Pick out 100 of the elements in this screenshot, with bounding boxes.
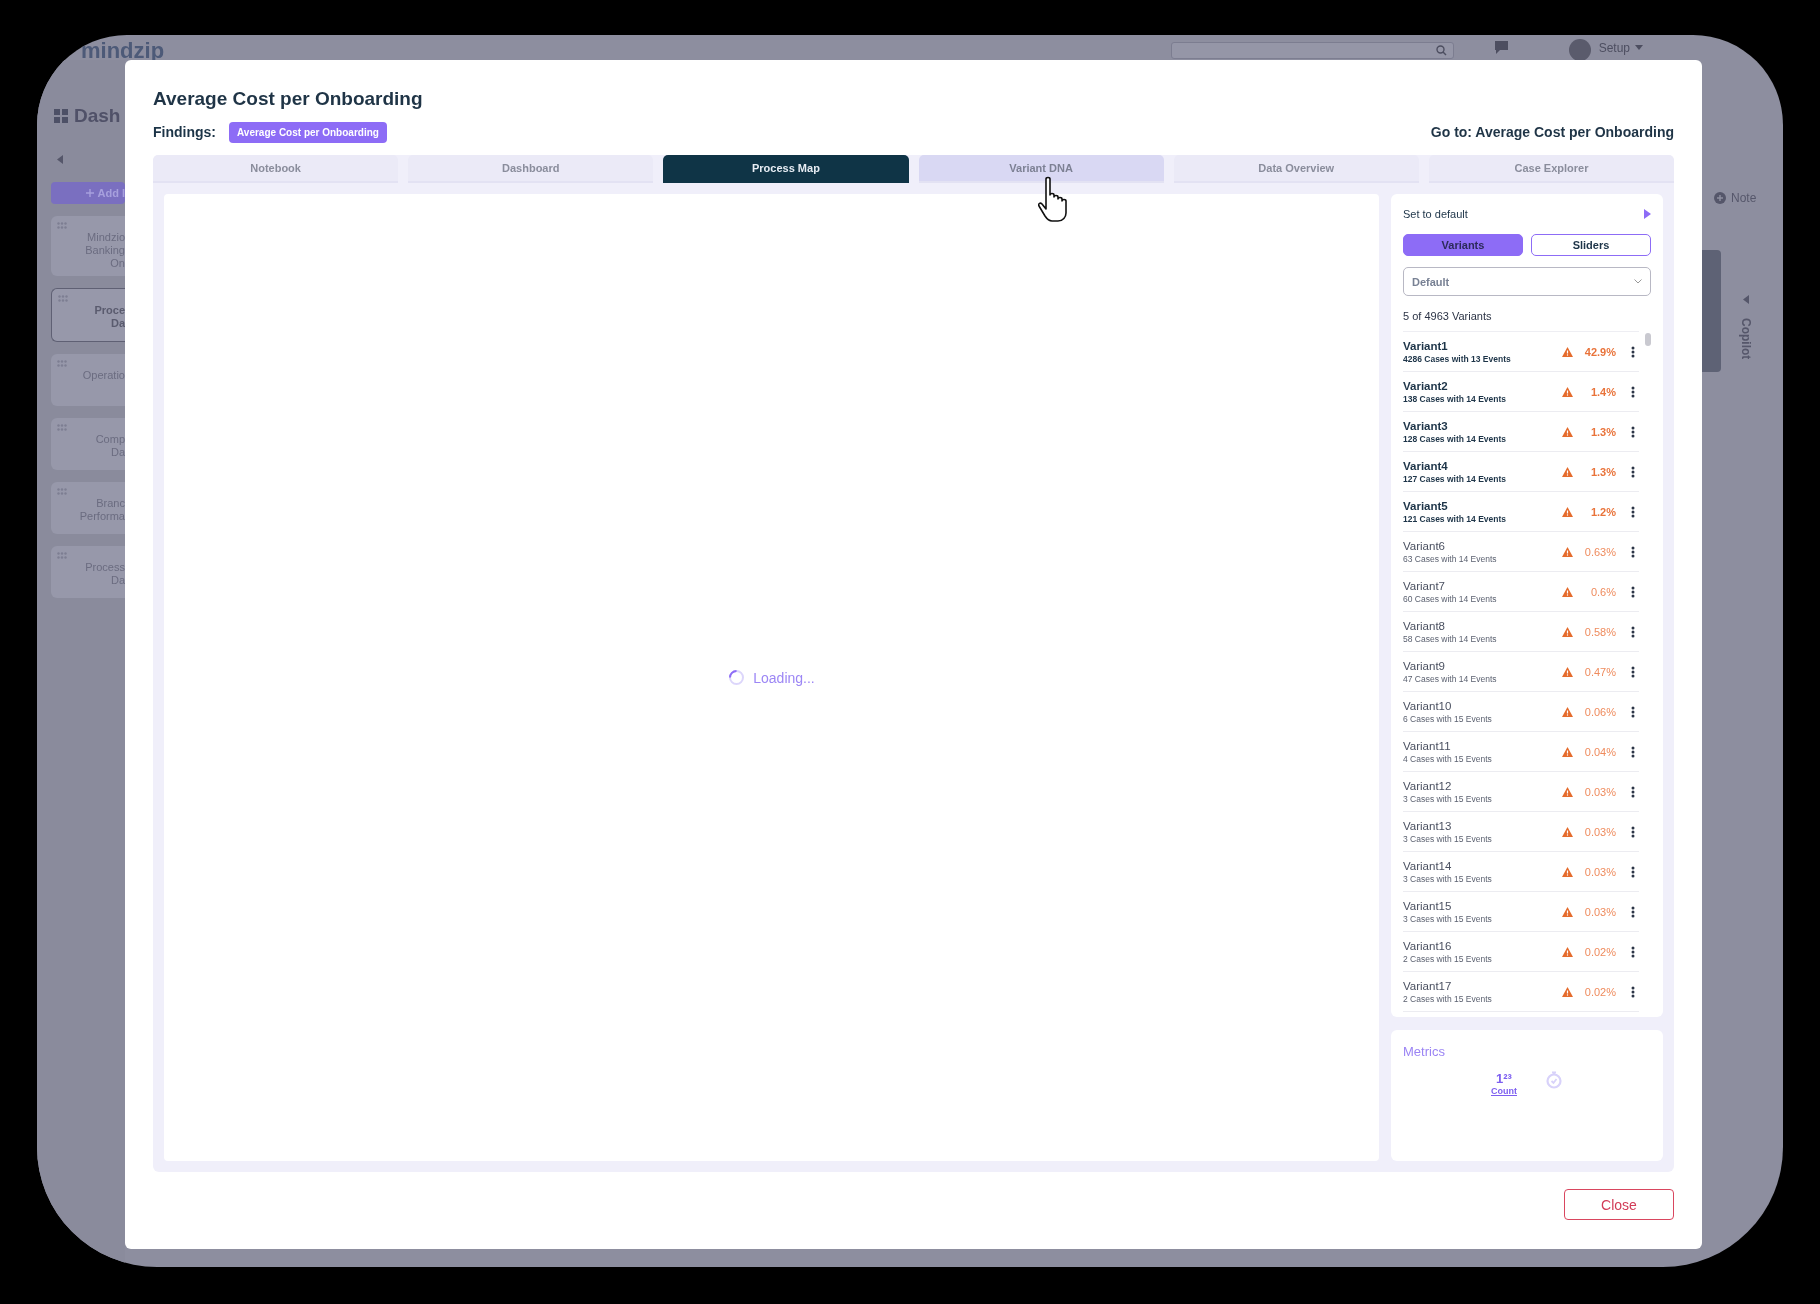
variant-case-count: 63 Cases with 14 Events [1403,553,1498,564]
filter-dropdown[interactable]: Default [1403,267,1651,296]
more-options-icon[interactable] [1631,905,1635,918]
more-options-icon[interactable] [1631,865,1635,878]
variant-row[interactable]: Variant7 60 Cases with 14 Events 0.6% [1403,572,1639,612]
spinner-icon [728,669,746,686]
drag-handle-icon [57,424,67,431]
page-title: Dash [74,105,121,127]
more-options-icon[interactable] [1631,945,1635,958]
more-options-icon[interactable] [1631,505,1635,518]
more-options-icon[interactable] [1631,345,1635,358]
variant-row[interactable]: Variant4 127 Cases with 14 Events 1.3% [1403,452,1639,492]
variant-case-count: 3 Cases with 15 Events [1403,793,1493,804]
more-options-icon[interactable] [1631,705,1635,718]
more-options-icon[interactable] [1631,665,1635,678]
chat-bubble-icon[interactable] [1493,40,1509,55]
variant-row[interactable]: Variant3 128 Cases with 14 Events 1.3% [1403,412,1639,452]
stopwatch-icon [1545,1071,1563,1090]
variant-share: 1.3% [1589,425,1616,438]
warning-icon [1562,946,1573,957]
variant-share: 1.4% [1589,385,1616,398]
reset-link[interactable]: Set to default [1403,208,1468,220]
search-field[interactable] [1170,42,1454,59]
variant-case-count: 3 Cases with 15 Events [1403,913,1493,924]
variant-row[interactable]: Variant16 2 Cases with 15 Events 0.02% [1403,932,1639,972]
play-arrow-icon[interactable] [1644,209,1651,219]
plus-circle-icon [1714,192,1726,204]
variant-share: 0.6% [1589,585,1616,598]
close-button[interactable]: Close [1564,1189,1674,1220]
variant-row[interactable]: Variant12 3 Cases with 15 Events 0.03% [1403,772,1639,812]
variant-case-count: 127 Cases with 14 Events [1403,473,1507,484]
variant-share: 42.9% [1583,345,1616,358]
more-options-icon[interactable] [1631,585,1635,598]
more-options-icon[interactable] [1631,385,1635,398]
variant-row[interactable]: Variant6 63 Cases with 14 Events 0.63% [1403,532,1639,572]
variant-row[interactable]: Variant2 138 Cases with 14 Events 1.4% [1403,372,1639,412]
variant-share: 0.03% [1583,825,1616,838]
variant-name: Variant2 [1403,379,1449,392]
variant-row[interactable]: Variant17 2 Cases with 15 Events 0.02% [1403,972,1639,1012]
dialog-title: Average Cost per Onboarding [153,87,424,111]
variant-name: Variant3 [1403,419,1449,432]
warning-icon [1562,666,1573,677]
warning-icon [1562,426,1573,437]
grid-icon [54,109,68,123]
more-options-icon[interactable] [1631,785,1635,798]
variant-name: Variant11 [1403,739,1452,752]
variant-share: 1.2% [1589,505,1616,518]
variant-share: 0.03% [1583,785,1616,798]
variant-name: Variant14 [1403,859,1453,872]
variant-case-count: 60 Cases with 14 Events [1403,593,1498,604]
warning-icon [1562,906,1573,917]
variant-row[interactable]: Variant5 121 Cases with 14 Events 1.2% [1403,492,1639,532]
tab[interactable]: Process Map [663,155,909,183]
more-options-icon[interactable] [1631,625,1635,638]
variant-case-count: 121 Cases with 14 Events [1403,513,1507,524]
variant-row[interactable]: Variant8 58 Cases with 14 Events 0.58% [1403,612,1639,652]
variant-case-count: 4 Cases with 15 Events [1403,753,1493,764]
more-options-icon[interactable] [1631,985,1635,998]
variant-share: 0.58% [1583,625,1616,638]
drag-handle-icon [57,222,67,229]
variant-share: 0.04% [1583,745,1616,758]
variant-name: Variant9 [1403,659,1446,672]
goto-link[interactable]: Go to: Average Cost per Onboarding [1430,124,1674,140]
view-toggle[interactable]: Sliders [1531,234,1651,256]
variant-name: Variant8 [1403,619,1446,632]
variant-share: 0.06% [1583,705,1616,718]
variant-row[interactable]: Variant11 4 Cases with 15 Events 0.04% [1403,732,1639,772]
drag-handle-icon [57,360,67,367]
variant-share: 0.63% [1583,545,1616,558]
drag-handle-icon [57,552,67,559]
variant-row[interactable]: Variant13 3 Cases with 15 Events 0.03% [1403,812,1639,852]
variant-share: 0.02% [1583,985,1616,998]
warning-icon [1562,626,1573,637]
variant-row[interactable]: Variant10 6 Cases with 15 Events 0.06% [1403,692,1639,732]
variant-name: Variant5 [1403,499,1449,512]
variant-row[interactable]: Variant14 3 Cases with 15 Events 0.03% [1403,852,1639,892]
more-options-icon[interactable] [1631,745,1635,758]
variant-case-count: 128 Cases with 14 Events [1403,433,1507,444]
more-options-icon[interactable] [1631,545,1635,558]
variant-row[interactable]: Variant1 4286 Cases with 13 Events 42.9% [1403,332,1639,372]
metric-option[interactable]: 1²³ Count [1491,1071,1517,1097]
more-options-icon[interactable] [1631,825,1635,838]
variant-case-count: 2 Cases with 15 Events [1403,993,1493,1004]
warning-icon [1562,546,1573,557]
variant-row[interactable]: Variant9 47 Cases with 14 Events 0.47% [1403,652,1639,692]
variant-name: Variant10 [1403,699,1453,712]
more-options-icon[interactable] [1631,425,1635,438]
warning-icon [1562,786,1573,797]
variant-share: 0.02% [1583,945,1616,958]
variant-row[interactable]: Variant15 3 Cases with 15 Events 0.03% [1403,892,1639,932]
findings-label: Findings: [153,124,216,140]
view-toggle[interactable]: Variants [1403,234,1523,256]
avatar[interactable] [1568,38,1591,61]
more-options-icon[interactable] [1631,465,1635,478]
loading-text: Loading... [753,669,815,686]
variant-summary: 5 of 4963 Variants [1403,310,1493,322]
variant-name: Variant13 [1403,819,1453,832]
variant-share: 0.47% [1583,665,1616,678]
finding-tag[interactable]: Average Cost per Onboarding [229,121,387,143]
warning-icon [1562,986,1573,997]
